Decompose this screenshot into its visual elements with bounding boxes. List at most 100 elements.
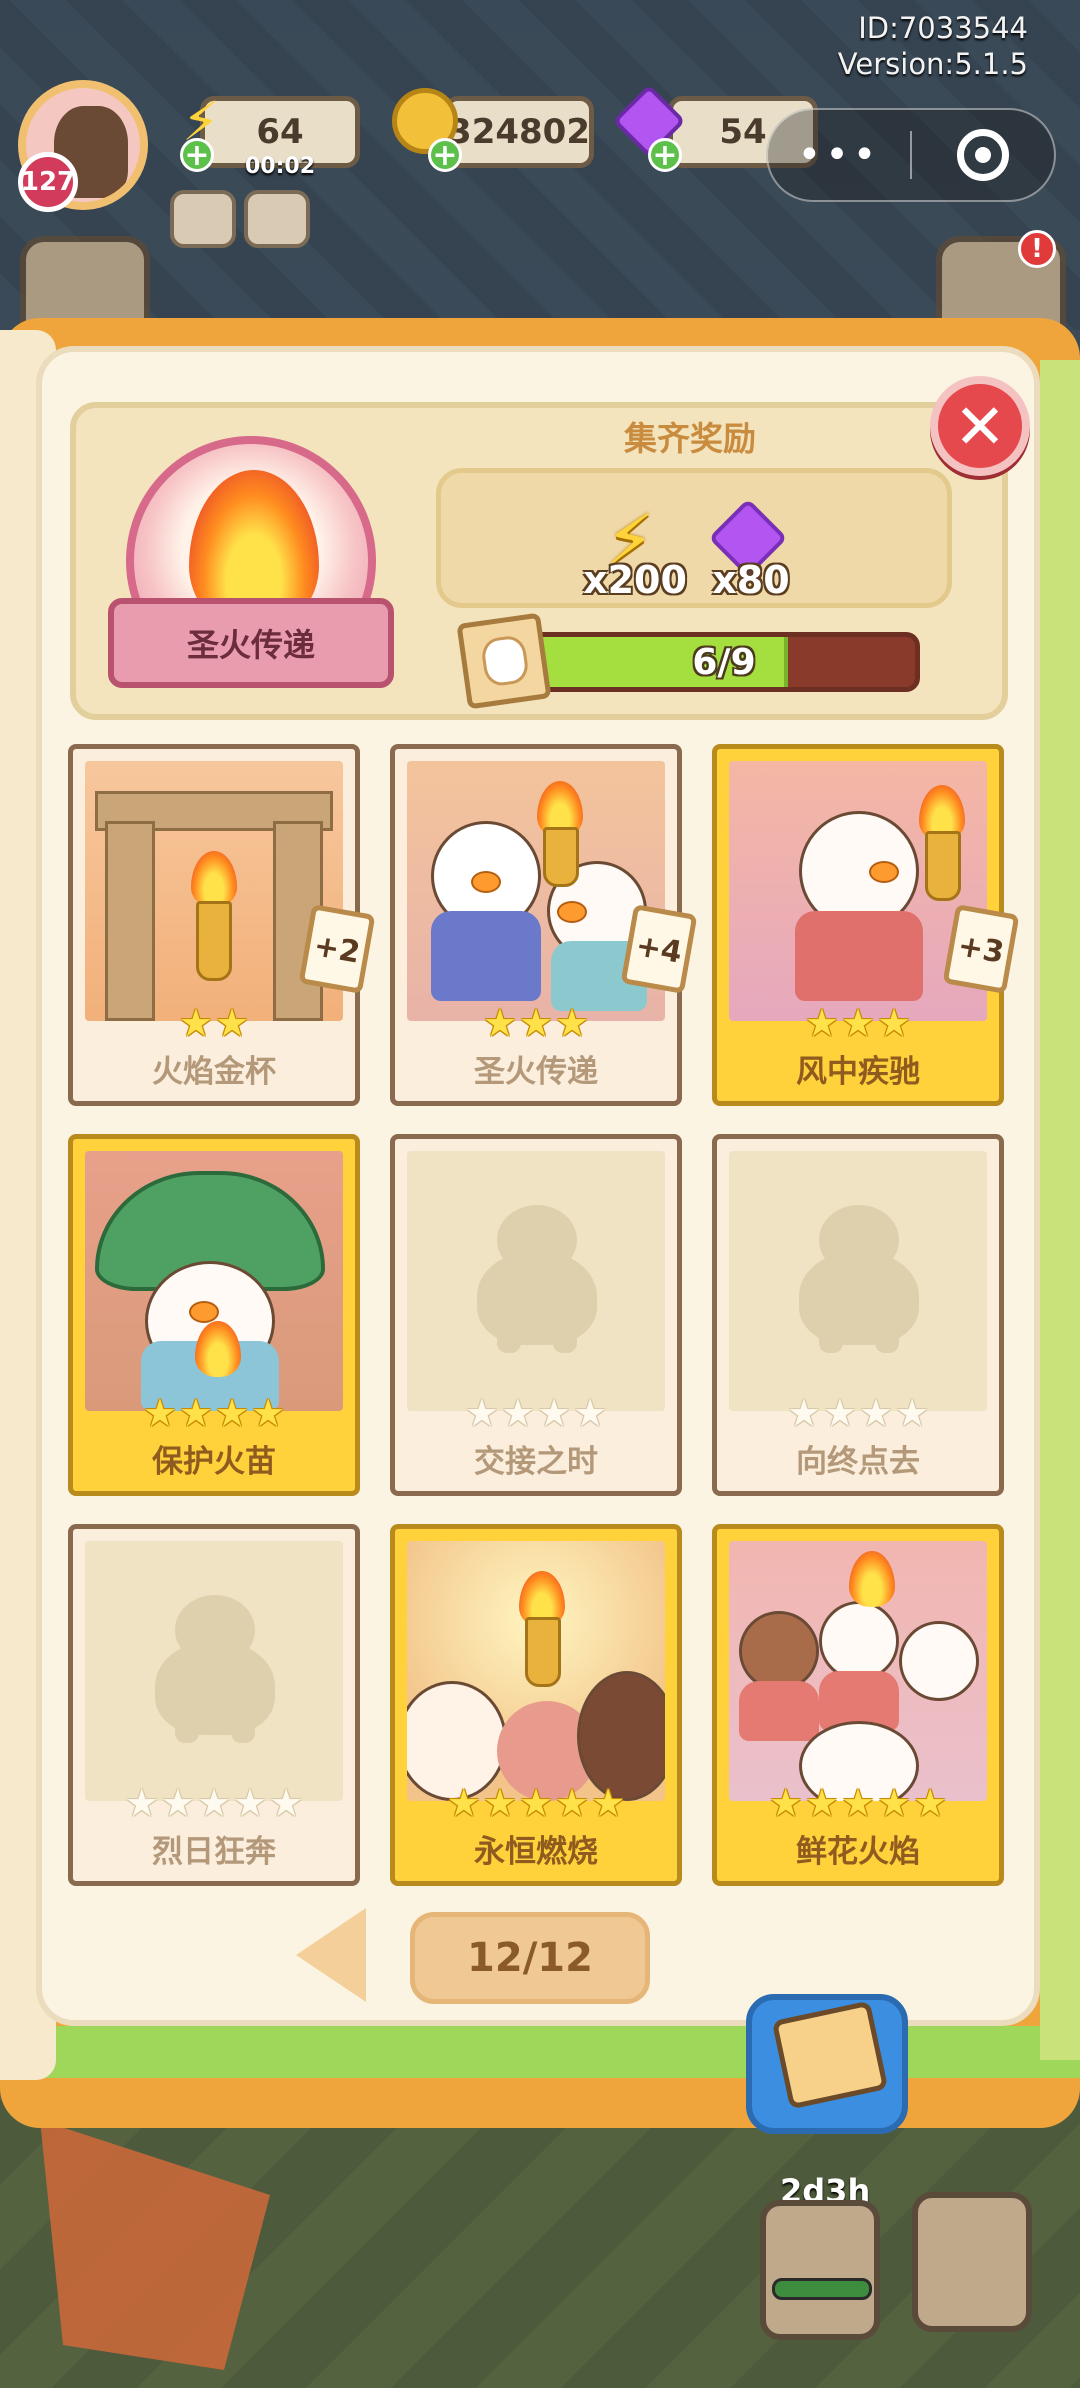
star-icon: ★ (160, 1781, 195, 1825)
card-name: 圣火传递 (474, 1054, 598, 1090)
duplicate-count-badge: +4 (620, 904, 698, 994)
settings-gear-icon[interactable] (170, 190, 236, 248)
miniprogram-capsule: ••• (766, 108, 1056, 202)
star-icon: ★ (591, 1781, 626, 1825)
card-name: 烈日狂奔 (152, 1834, 276, 1870)
card-stars: ★ ★ ★ ★ ★ (395, 1783, 677, 1823)
card-stars: ★ ★ ★ ★ (395, 1393, 677, 1433)
album-card[interactable]: ★ ★ ★ ★ 保护火苗 (68, 1134, 360, 1496)
mail-envelope-icon[interactable] (244, 190, 310, 248)
star-icon: ★ (464, 1391, 499, 1435)
locked-silhouette-icon (799, 1205, 919, 1355)
event-progress-bar (772, 2278, 872, 2300)
duplicate-count-badge: +2 (298, 904, 376, 994)
card-art-placeholder (85, 1541, 343, 1801)
star-icon: ★ (768, 1781, 803, 1825)
card-stars: ★ ★ ★ ★ (73, 1393, 355, 1433)
reward-gems: x80 (696, 498, 806, 610)
version-text: Version:5.1.5 (837, 47, 1028, 81)
card-stack-icon (456, 612, 552, 710)
card-name: 交接之时 (474, 1444, 598, 1480)
album-card[interactable]: ★ ★ ★ ★ ★ 永恒燃烧 (390, 1524, 682, 1886)
star-icon: ★ (877, 1001, 912, 1045)
star-icon: ★ (124, 1781, 159, 1825)
star-icon: ★ (555, 1001, 590, 1045)
coin-counter[interactable]: 324802 (444, 96, 594, 168)
duplicate-count-badge: +3 (942, 904, 1020, 994)
book-right-edge (1040, 360, 1080, 2060)
card-art (729, 1541, 987, 1801)
card-pack-button[interactable] (746, 1994, 908, 2134)
card-art (407, 1541, 665, 1801)
card-art-placeholder (407, 1151, 665, 1411)
star-icon: ★ (859, 1391, 894, 1435)
set-name-ribbon: 圣火传递 (108, 598, 394, 688)
gem-value: 54 (719, 112, 767, 152)
add-gems-button[interactable]: + (648, 138, 682, 173)
card-name: 保护火苗 (152, 1444, 276, 1480)
reward-energy-qty: x200 (583, 558, 687, 602)
card-stars: ★ ★ ★ (395, 1003, 677, 1043)
album-card[interactable]: ★ ★ ★ 圣火传递 +4 (390, 744, 698, 1106)
card-art (85, 1151, 343, 1411)
star-icon: ★ (142, 1391, 177, 1435)
progress-label: 6/9 (692, 641, 756, 683)
album-card[interactable]: ★ ★ ★ ★ ★ 烈日狂奔 (68, 1524, 360, 1886)
friends-button[interactable] (912, 2192, 1032, 2332)
card-event-button[interactable] (760, 2200, 880, 2340)
reward-energy: ⚡ x200 (580, 500, 690, 610)
more-menu-button[interactable]: ••• (768, 132, 910, 178)
star-icon: ★ (822, 1391, 857, 1435)
album-card[interactable]: ★ ★ ★ 风中疾驰 +3 (712, 744, 1020, 1106)
star-icon: ★ (840, 1001, 876, 1045)
star-icon: ★ (482, 1781, 517, 1825)
star-icon: ★ (233, 1781, 268, 1825)
coin-value: 324802 (448, 112, 590, 152)
card-stars: ★ ★ ★ ★ ★ (717, 1783, 999, 1823)
album-card[interactable]: ★ ★ 火焰金杯 +2 (68, 744, 376, 1106)
close-miniprogram-button[interactable] (912, 129, 1054, 181)
star-icon: ★ (877, 1781, 912, 1825)
target-circle-icon (956, 129, 1009, 181)
card-name: 火焰金杯 (152, 1054, 276, 1090)
star-icon: ★ (500, 1391, 535, 1435)
energy-timer: 00:02 (244, 154, 316, 179)
alert-badge-icon: ! (1018, 230, 1056, 268)
star-icon: ★ (251, 1391, 286, 1435)
card-name: 风中疾驰 (796, 1054, 920, 1090)
reward-title: 集齐奖励 (624, 419, 756, 458)
star-icon: ★ (215, 1001, 250, 1045)
player-level-badge: 127 (18, 152, 78, 212)
collection-progress-bar: 6/9 (528, 632, 920, 692)
star-icon: ★ (178, 1391, 213, 1435)
reward-box (436, 468, 952, 608)
close-button[interactable]: ✕ (930, 376, 1030, 476)
album-card[interactable]: ★ ★ ★ ★ 向终点去 (712, 1134, 1004, 1496)
player-id-text: ID:7033544 (858, 11, 1028, 45)
album-card[interactable]: ★ ★ ★ ★ 交接之时 (390, 1134, 682, 1496)
star-icon: ★ (196, 1781, 232, 1825)
star-icon: ★ (518, 1781, 554, 1825)
build-info: ID:7033544 Version:5.1.5 (838, 10, 1028, 82)
star-icon: ★ (518, 1001, 554, 1045)
card-name: 向终点去 (796, 1444, 920, 1480)
card-art-placeholder (729, 1151, 987, 1411)
locked-silhouette-icon (155, 1595, 275, 1745)
album-card[interactable]: ★ ★ ★ ★ ★ 鲜花火焰 (712, 1524, 1004, 1886)
star-icon: ★ (913, 1781, 948, 1825)
card-envelope-icon (771, 2000, 889, 2110)
star-icon: ★ (840, 1781, 876, 1825)
card-name: 鲜花火焰 (796, 1834, 920, 1870)
star-icon: ★ (804, 1781, 839, 1825)
card-stars: ★ ★ ★ ★ (717, 1393, 999, 1433)
star-icon: ★ (537, 1391, 572, 1435)
add-energy-button[interactable]: + (180, 138, 214, 173)
locked-silhouette-icon (477, 1205, 597, 1355)
star-icon: ★ (573, 1391, 608, 1435)
energy-value: 64 (256, 112, 304, 152)
card-stars: ★ ★ ★ (717, 1003, 999, 1043)
book-green-band (0, 2026, 1080, 2078)
card-stars: ★ ★ (73, 1003, 355, 1043)
add-coins-button[interactable]: + (428, 138, 462, 173)
star-icon: ★ (804, 1001, 839, 1045)
